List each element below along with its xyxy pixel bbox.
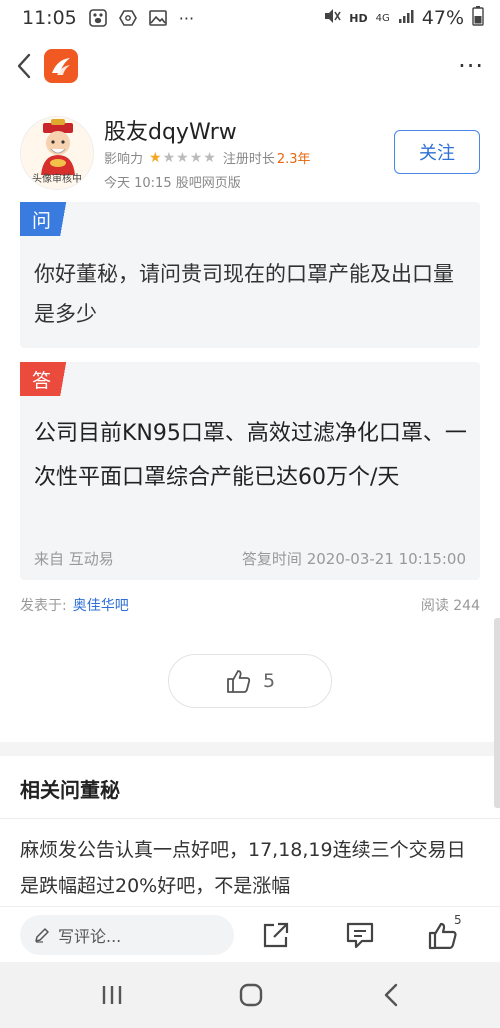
thumbs-up-icon xyxy=(428,922,457,950)
comment-icon xyxy=(346,922,374,949)
system-nav-bar xyxy=(0,962,500,1028)
answer-source: 来自 互动易 xyxy=(34,550,114,568)
read-count: 阅读 244 xyxy=(420,598,480,614)
app-logo[interactable] xyxy=(44,49,78,83)
share-icon xyxy=(263,922,289,948)
status-time: 11:05 xyxy=(22,7,77,29)
thumbs-up-icon xyxy=(227,670,251,693)
signal-icon xyxy=(398,8,414,28)
like-count-badge: 5 xyxy=(454,913,462,927)
answer-card: 答 公司目前KN95口罩、高效过滤净化口罩、一次性平面口罩综合产能已达60万个/… xyxy=(20,362,480,580)
cell-type-label: 4G xyxy=(375,12,390,24)
avatar-caption: 头像审核中 xyxy=(32,174,82,185)
answer-text: 公司目前KN95口罩、高效过滤净化口罩、一次性平面口罩综合产能已达60万个/天 xyxy=(34,421,467,490)
avatar[interactable]: 头像审核中 xyxy=(20,116,94,190)
system-back-button[interactable] xyxy=(376,980,406,1010)
back-button[interactable] xyxy=(10,48,38,84)
recent-apps-button[interactable] xyxy=(97,980,127,1010)
section-divider xyxy=(0,742,500,756)
paw-icon xyxy=(88,9,107,27)
answer-tag: 答 xyxy=(20,362,80,396)
chevron-left-icon xyxy=(17,53,31,79)
battery-icon xyxy=(472,6,484,30)
star-icon: ★ xyxy=(149,149,163,166)
share-button[interactable] xyxy=(258,917,294,953)
author-meta: 影响力 ★★★★★ 注册时长 2.3年 xyxy=(104,148,311,168)
question-text: 你好董秘，请问贵司现在的口罩产能及出口量是多少 xyxy=(34,262,454,326)
reg-years: 2.3年 xyxy=(276,152,311,167)
related-section-title: 相关问董秘 xyxy=(20,778,120,802)
bottom-action-bar: 写评论... 5 xyxy=(0,906,500,962)
image-icon xyxy=(148,9,167,27)
comment-placeholder: 写评论... xyxy=(58,927,122,946)
mute-icon xyxy=(323,7,341,29)
star-icon: ★ xyxy=(176,149,190,166)
bar-link[interactable]: 奥佳华吧 xyxy=(73,595,129,615)
influence-stars: ★★★★★ xyxy=(149,150,217,166)
post-time: 今天 10:15 股吧网页版 xyxy=(104,176,241,191)
more-notifications-icon: ··· xyxy=(178,8,195,28)
recent-apps-icon xyxy=(102,986,122,1004)
comment-input[interactable]: 写评论... xyxy=(20,915,234,955)
answer-time: 答复时间 2020-03-21 10:15:00 xyxy=(241,550,466,568)
more-button[interactable]: ··· xyxy=(458,52,484,80)
home-icon xyxy=(239,983,263,1007)
star-icon: ★ xyxy=(203,149,217,166)
battery-percent: 47% xyxy=(421,7,464,29)
influence-label: 影响力 xyxy=(104,152,144,167)
home-button[interactable] xyxy=(236,980,266,1010)
back-arrow-icon xyxy=(384,983,398,1007)
pencil-icon xyxy=(35,928,49,943)
logo-icon xyxy=(52,58,70,75)
scrollbar[interactable] xyxy=(494,618,500,808)
comment-button[interactable] xyxy=(342,917,378,953)
author-name[interactable]: 股友dqyWrw xyxy=(104,114,237,146)
status-bar: 11:05 ··· HD 4G 47% xyxy=(0,0,500,36)
like-count: 5 xyxy=(262,670,276,692)
author-header: 头像审核中 股友dqyWrw 影响力 ★★★★★ 注册时长 2.3年 今天 10:… xyxy=(20,112,480,192)
like-button[interactable]: 5 xyxy=(168,654,332,708)
follow-button[interactable]: 关注 xyxy=(394,130,480,174)
divider xyxy=(0,818,500,819)
star-icon: ★ xyxy=(162,149,177,166)
question-card: 问 你好董秘，请问贵司现在的口罩产能及出口量是多少 xyxy=(20,202,480,348)
top-nav: ··· xyxy=(0,36,500,96)
question-tag: 问 xyxy=(20,202,80,236)
post-meta: 发表于: 奥佳华吧 阅读 244 xyxy=(20,595,480,615)
hexagon-icon xyxy=(118,9,137,27)
star-icon: ★ xyxy=(189,149,204,166)
related-item[interactable]: 麻烦发公告认真一点好吧，17,18,19连续三个交易日是跌幅超过20%好吧，不是… xyxy=(20,832,480,904)
hd-label: HD xyxy=(349,11,368,25)
reg-label: 注册时长 xyxy=(222,152,275,167)
posted-in-label: 发表于: xyxy=(20,598,67,614)
